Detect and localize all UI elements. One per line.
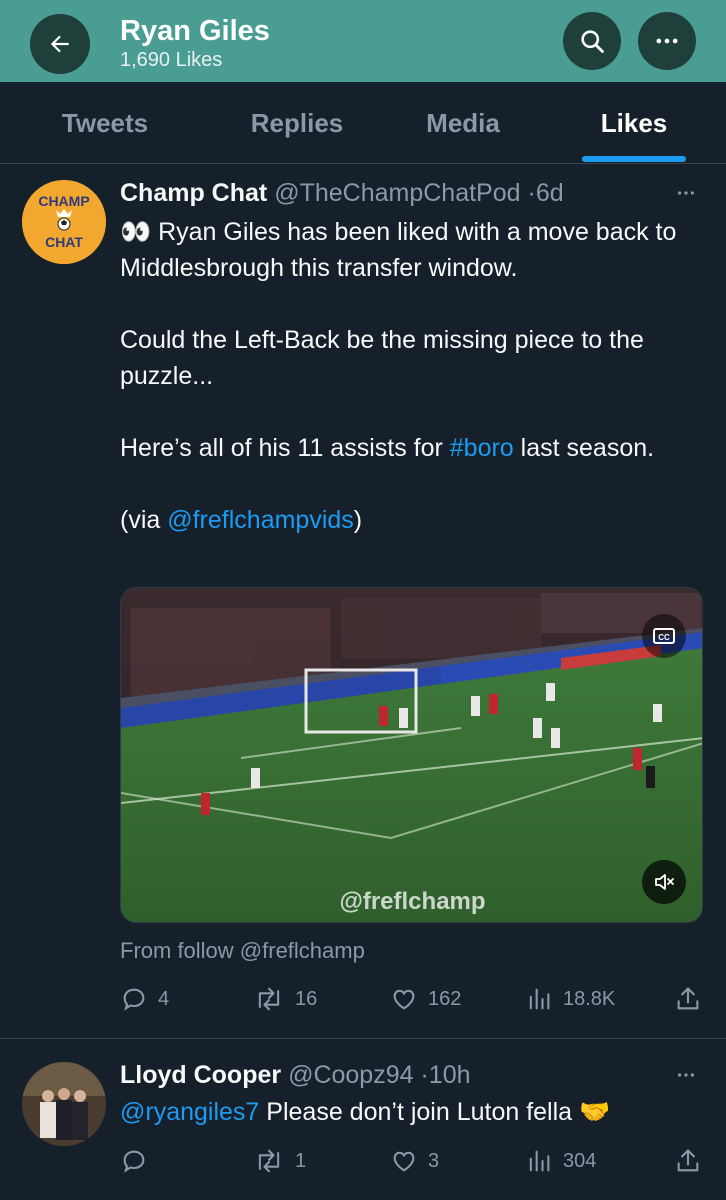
retweet-button[interactable]: 1	[253, 1146, 306, 1176]
mention-link[interactable]: @freflchampvids	[167, 506, 354, 534]
retweet-button[interactable]: 16	[253, 984, 317, 1014]
mute-button[interactable]	[642, 860, 686, 904]
hashtag-link[interactable]: #boro	[450, 434, 514, 462]
avatar-text-top: CHAMP	[38, 193, 89, 209]
tweet-actions: 4 16 162 18.8K	[120, 984, 700, 1014]
tab-media[interactable]: Media	[388, 82, 538, 164]
header-titles: Ryan Giles 1,690 Likes	[120, 14, 270, 72]
avatar[interactable]	[22, 1062, 106, 1146]
reply-button[interactable]: 4	[120, 984, 169, 1014]
avatar-text-bottom: CHAT	[45, 234, 83, 250]
views-button[interactable]: 18.8K	[525, 984, 615, 1014]
like-count: 3	[428, 1149, 440, 1172]
tweet-more-button[interactable]	[672, 182, 700, 209]
retweet-icon	[258, 1149, 280, 1173]
reply-icon	[123, 1150, 145, 1173]
profile-header: Ryan Giles 1,690 Likes	[0, 0, 726, 82]
captions-icon: CC	[653, 628, 675, 644]
tweet-text: 👀 Ryan Giles has been liked with a move …	[120, 214, 695, 538]
svg-text:CC: CC	[658, 633, 670, 642]
separator-dot: ·	[420, 1061, 429, 1089]
tweet-time[interactable]: 10h	[429, 1061, 471, 1089]
search-button[interactable]	[563, 12, 621, 70]
views-button[interactable]: 304	[525, 1146, 596, 1176]
captions-button[interactable]: CC	[642, 614, 686, 658]
heart-icon	[393, 989, 415, 1010]
video-player[interactable]: CC @freflchamp	[120, 587, 703, 923]
video-watermark: @freflchamp	[339, 888, 486, 915]
tweet-header: Champ Chat @TheChampChatPod ·6d	[120, 178, 564, 208]
analytics-icon	[529, 1150, 550, 1172]
more-horizontal-icon	[677, 191, 695, 195]
tweet-more-button[interactable]	[672, 1064, 700, 1091]
tab-tweets[interactable]: Tweets	[30, 82, 180, 164]
like-count: 162	[428, 987, 462, 1010]
arrow-left-icon	[50, 35, 69, 53]
share-button[interactable]	[674, 984, 702, 1014]
separator-dot: ·	[527, 179, 536, 207]
video-frame	[121, 588, 702, 922]
share-icon	[677, 987, 699, 1010]
muted-speaker-icon	[655, 874, 674, 890]
like-button[interactable]: 162	[390, 984, 461, 1014]
view-count: 304	[563, 1149, 597, 1172]
tweet-paragraph: (via @freflchampvids)	[120, 506, 363, 534]
tab-replies[interactable]: Replies	[222, 82, 372, 164]
tweet-paragraph: Could the Left-Back be the missing piece…	[120, 326, 644, 390]
tweet-divider	[0, 1038, 726, 1039]
tweet-paragraph: 👀 Ryan Giles has been liked with a move …	[120, 218, 677, 282]
tweet-text: @ryangiles7 Please don’t join Luton fell…	[120, 1098, 611, 1126]
view-count: 18.8K	[563, 987, 616, 1010]
eyes-emoji: 👀	[120, 218, 152, 246]
search-icon	[581, 30, 604, 53]
more-horizontal-icon	[677, 1073, 695, 1077]
retweet-count: 16	[295, 987, 318, 1010]
reply-button[interactable]	[120, 1146, 158, 1176]
author-handle[interactable]: @Coopz94	[288, 1061, 413, 1089]
heart-icon	[393, 1151, 415, 1172]
profile-photo	[22, 1062, 106, 1146]
share-button[interactable]	[674, 1146, 702, 1176]
author-handle[interactable]: @TheChampChatPod	[274, 179, 520, 207]
avatar[interactable]: CHAMP CHAT	[22, 180, 106, 264]
header-title: Ryan Giles	[120, 15, 270, 47]
champ-chat-logo: CHAMP CHAT	[22, 180, 106, 264]
header-likes-count: 1,690 Likes	[120, 49, 223, 71]
profile-tabs: Tweets Replies Media Likes	[0, 82, 726, 164]
reply-count: 4	[158, 987, 170, 1010]
share-icon	[677, 1149, 699, 1172]
from-follow-note[interactable]: From follow @freflchamp	[120, 938, 365, 964]
analytics-icon	[529, 988, 550, 1010]
tweet-time[interactable]: 6d	[536, 179, 564, 207]
tweet-paragraph: Here’s all of his 11 assists for #boro l…	[120, 434, 655, 462]
tweet-actions: 1 3 304	[120, 1146, 700, 1176]
back-button[interactable]	[30, 14, 90, 74]
author-name[interactable]: Lloyd Cooper	[120, 1061, 281, 1089]
more-button[interactable]	[638, 12, 696, 70]
retweet-icon	[258, 987, 280, 1011]
author-name[interactable]: Champ Chat	[120, 179, 267, 207]
handshake-emoji: 🤝	[579, 1098, 611, 1126]
mention-link[interactable]: @ryangiles7	[120, 1098, 259, 1126]
reply-icon	[123, 988, 145, 1011]
active-tab-indicator	[582, 156, 686, 162]
like-button[interactable]: 3	[390, 1146, 439, 1176]
tab-likes[interactable]: Likes	[572, 82, 696, 164]
tweet-header: Lloyd Cooper @Coopz94 ·10h	[120, 1060, 471, 1090]
retweet-count: 1	[295, 1149, 307, 1172]
more-horizontal-icon	[656, 38, 678, 44]
